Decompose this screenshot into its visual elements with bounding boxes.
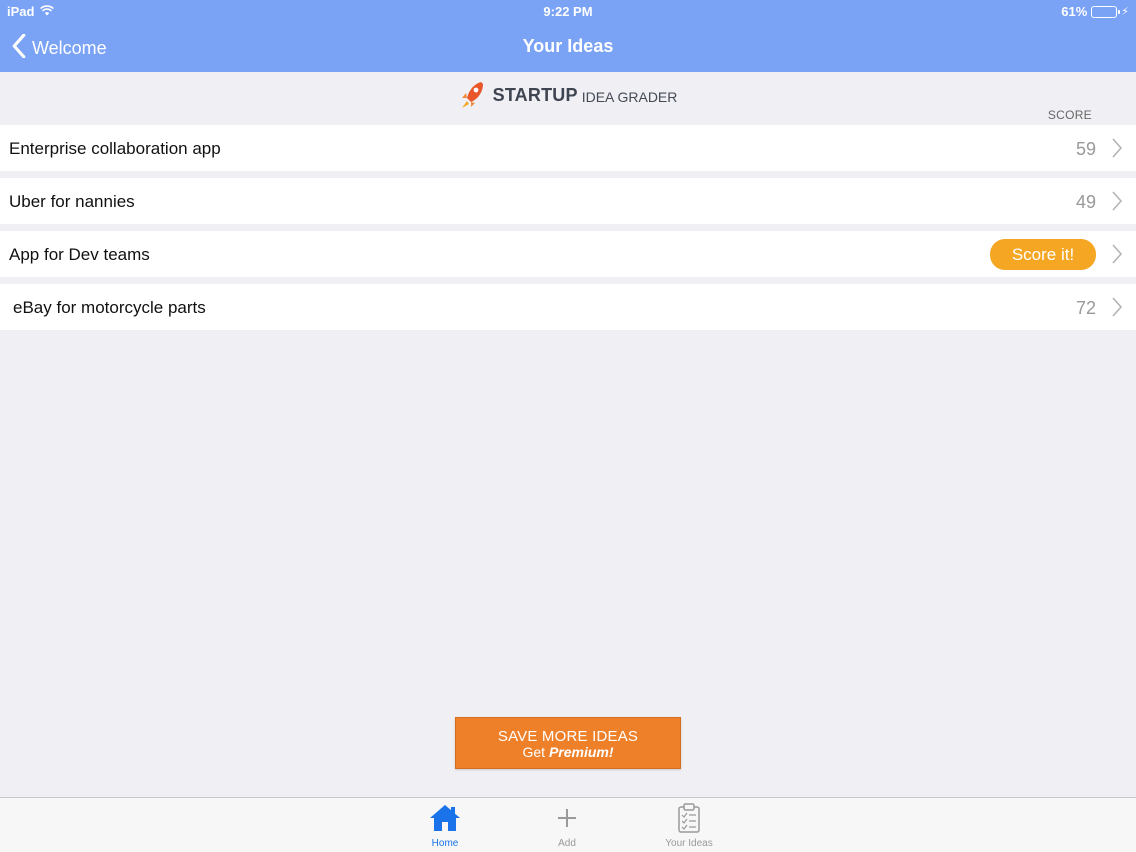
idea-title: Uber for nannies [9, 192, 135, 211]
tab-label: Home [431, 838, 459, 849]
plus-icon [522, 802, 612, 834]
list-item[interactable]: App for Dev teams Score it! [0, 231, 1136, 277]
idea-title: App for Dev teams [9, 245, 150, 264]
get-premium-button[interactable]: SAVE MORE IDEAS Get Premium! [455, 717, 681, 769]
status-time: 9:22 PM [543, 4, 593, 19]
battery-percent: 61% [1061, 4, 1088, 19]
logo-strong-text: STARTUP [492, 84, 578, 105]
premium-line2: Get Premium! [456, 744, 680, 760]
chevron-right-icon [1112, 138, 1123, 158]
app-logo: STARTUP IDEA GRADER [0, 76, 1136, 114]
status-right: 61% ⚡ [1061, 4, 1129, 19]
page-title: Your Ideas [522, 36, 614, 56]
charging-icon: ⚡ [1121, 6, 1129, 18]
tab-add[interactable]: Add [522, 802, 612, 850]
list-item[interactable]: Uber for nannies 49 [0, 178, 1136, 224]
tab-your-ideas[interactable]: Your Ideas [644, 802, 734, 850]
tab-label: Your Ideas [665, 838, 713, 849]
chevron-right-icon [1112, 244, 1123, 264]
top-bar: iPad 9:22 PM 61% ⚡ Welcome Your Ideas [0, 0, 1136, 72]
idea-title: eBay for motorcycle parts [13, 298, 206, 317]
premium-bold: Premium! [548, 744, 614, 760]
idea-title: Enterprise collaboration app [9, 139, 221, 158]
premium-line1: SAVE MORE IDEAS [497, 728, 639, 745]
idea-score: 59 [1075, 139, 1096, 159]
rocket-icon [459, 80, 485, 110]
navigation-bar: Welcome Your Ideas [0, 22, 1136, 72]
ideas-list: Enterprise collaboration app 59 Uber for… [0, 125, 1136, 337]
logo-light-text: IDEA GRADER [581, 88, 678, 105]
list-item[interactable]: eBay for motorcycle parts 72 [0, 284, 1136, 330]
status-bar: iPad 9:22 PM 61% ⚡ [0, 0, 1136, 22]
battery-icon [1091, 5, 1121, 18]
idea-score: 49 [1075, 192, 1096, 212]
score-column-header: SCORE [1047, 108, 1092, 122]
tab-home[interactable]: Home [400, 802, 490, 850]
chevron-right-icon [1112, 297, 1123, 317]
clipboard-icon [644, 802, 734, 834]
tab-bar: Home Add Your Ideas [0, 797, 1136, 852]
tab-label: Add [558, 838, 576, 849]
score-it-button[interactable]: Score it! [990, 239, 1096, 270]
list-item[interactable]: Enterprise collaboration app 59 [0, 125, 1136, 171]
chevron-right-icon [1112, 191, 1123, 211]
home-icon [400, 802, 490, 834]
premium-prefix: Get [522, 744, 549, 760]
idea-score: 72 [1075, 298, 1096, 318]
